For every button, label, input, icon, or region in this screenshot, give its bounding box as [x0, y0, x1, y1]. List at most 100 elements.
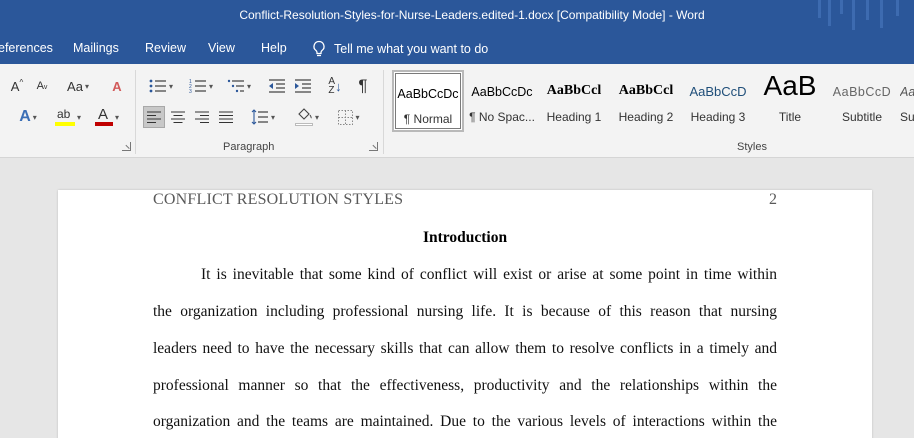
numbering-icon: 123 — [189, 79, 206, 94]
styles-group-label: Styles — [737, 141, 767, 153]
style-no-spacing[interactable]: AaBbCcDc ¶ No Spac... — [466, 70, 538, 132]
paint-bucket-icon — [294, 108, 313, 126]
text-effects-button[interactable]: A ▾ — [12, 106, 44, 128]
style-name: Heading 2 — [618, 110, 674, 124]
title-bar-decoration — [818, 0, 821, 18]
style-preview: AaBbCcDc — [397, 87, 459, 101]
paragraph-dialog-launcher[interactable] — [369, 142, 378, 151]
style-preview: AaBbCcl — [546, 83, 602, 98]
line-spacing-icon — [251, 109, 268, 125]
pilcrow-icon: ¶ — [358, 76, 368, 95]
ribbon-separator — [135, 70, 136, 154]
style-heading-2[interactable]: AaBbCcl Heading 2 — [610, 70, 682, 132]
bullets-icon — [149, 79, 166, 93]
align-left-button[interactable] — [143, 106, 165, 128]
title-bar-decoration — [828, 0, 831, 26]
tab-references[interactable]: eferences — [0, 41, 53, 55]
numbering-button[interactable]: 1 2 3 ▾ — [184, 75, 218, 97]
justify-button[interactable] — [215, 106, 237, 128]
tab-mailings[interactable]: Mailings — [73, 41, 119, 55]
change-case-icon: Aa — [67, 78, 83, 94]
tab-review[interactable]: Review — [145, 41, 186, 55]
style-preview: AaBbCcDc — [471, 85, 533, 99]
shrink-font-button[interactable]: Av — [32, 75, 52, 97]
eraser-icon: A — [112, 78, 122, 94]
highlight-icon: ab — [54, 107, 75, 126]
align-left-icon — [147, 111, 161, 123]
body-text-line: It is inevitable that some kind of confl… — [201, 266, 777, 283]
body-text-line: professional manner so that the effectiv… — [153, 377, 777, 394]
shading-button[interactable]: ▾ — [290, 106, 324, 128]
line-spacing-button[interactable]: ▾ — [246, 106, 280, 128]
style-title[interactable]: AaB Title — [754, 70, 826, 132]
sort-button[interactable]: A Z ↓ — [320, 75, 350, 97]
font-color-icon: A — [94, 106, 113, 126]
body-text-line: organization and the teams are maintaine… — [153, 413, 777, 430]
tell-me-label: Tell me what you want to do — [334, 42, 489, 56]
multilevel-list-icon — [227, 79, 244, 93]
ribbon-separator — [383, 70, 384, 154]
style-name: ¶ No Spac... — [469, 110, 535, 124]
style-preview: Aa — [900, 85, 914, 99]
font-dialog-launcher[interactable] — [122, 142, 131, 151]
center-button[interactable] — [167, 106, 189, 128]
page-number: 2 — [769, 191, 777, 208]
style-name: Title — [778, 110, 802, 124]
document-page[interactable]: CONFLICT RESOLUTION STYLES 2 Introductio… — [58, 190, 872, 438]
tab-help[interactable]: Help — [261, 41, 287, 55]
decrease-indent-icon — [269, 79, 285, 93]
align-center-icon — [171, 111, 185, 123]
borders-button[interactable]: ▾ — [332, 106, 366, 128]
ribbon-tabs: eferences Mailings Review View Help Tell… — [0, 33, 914, 64]
highlight-button[interactable]: ab ▾ — [50, 106, 86, 128]
tell-me-search[interactable]: Tell me what you want to do — [312, 38, 488, 60]
section-heading: Introduction — [422, 229, 508, 246]
style-heading-1[interactable]: AaBbCcl Heading 1 — [538, 70, 610, 132]
running-head: CONFLICT RESOLUTION STYLES — [153, 191, 404, 208]
justify-icon — [219, 111, 233, 123]
style-preview: AaBbCcl — [618, 83, 674, 98]
style-preview: AaBbCcD — [832, 85, 892, 99]
title-bar-decoration — [840, 0, 843, 14]
align-right-icon — [195, 111, 209, 123]
bullets-button[interactable]: ▾ — [144, 75, 178, 97]
title-bar-decoration — [852, 0, 855, 30]
title-bar-decoration — [880, 0, 883, 28]
style-preview: AaBbCcD — [689, 84, 747, 99]
text-effects-icon: A — [19, 108, 31, 125]
show-formatting-marks-button[interactable]: ¶ — [352, 75, 374, 97]
style-normal[interactable]: AaBbCcDc ¶ Normal — [392, 70, 464, 132]
style-subtle-emphasis[interactable]: Aa Su — [898, 70, 914, 132]
increase-indent-button[interactable] — [292, 75, 314, 97]
style-preview: AaB — [763, 70, 817, 101]
style-subtitle[interactable]: AaBbCcD Subtitle — [826, 70, 898, 132]
multilevel-list-button[interactable]: ▾ — [222, 75, 256, 97]
style-heading-3[interactable]: AaBbCcD Heading 3 — [682, 70, 754, 132]
borders-icon — [338, 109, 354, 125]
decrease-indent-button[interactable] — [266, 75, 288, 97]
align-right-button[interactable] — [191, 106, 213, 128]
lightbulb-icon — [312, 40, 326, 58]
change-case-button[interactable]: Aa ▾ — [62, 75, 94, 97]
clear-formatting-button[interactable]: A — [106, 75, 128, 97]
title-bar-decoration — [866, 0, 869, 20]
style-name: Su — [900, 110, 914, 124]
tab-view[interactable]: View — [208, 41, 235, 55]
sort-icon: AZ — [328, 76, 336, 96]
title-bar: Conflict-Resolution-Styles-for-Nurse-Lea… — [0, 0, 914, 33]
font-color-button[interactable]: A ▾ — [90, 106, 124, 128]
style-name: Heading 3 — [690, 110, 746, 124]
style-name: Subtitle — [841, 110, 883, 124]
body-text-line: the organization including professional … — [153, 303, 777, 320]
paragraph-group-label: Paragraph — [223, 141, 275, 153]
svg-text:3: 3 — [189, 89, 192, 94]
styles-gallery: AaBbCcDc ¶ Normal AaBbCcDc ¶ No Spac... … — [392, 70, 914, 134]
style-name: ¶ Normal — [403, 112, 453, 126]
increase-indent-icon — [295, 79, 311, 93]
font-color-glyph: A — [97, 106, 108, 123]
highlight-glyph: ab — [56, 107, 71, 121]
shrink-font-icon: Av — [36, 80, 48, 92]
title-bar-decoration — [896, 0, 899, 16]
grow-font-button[interactable]: A ^ — [6, 75, 28, 97]
grow-font-icon: A — [10, 78, 20, 94]
